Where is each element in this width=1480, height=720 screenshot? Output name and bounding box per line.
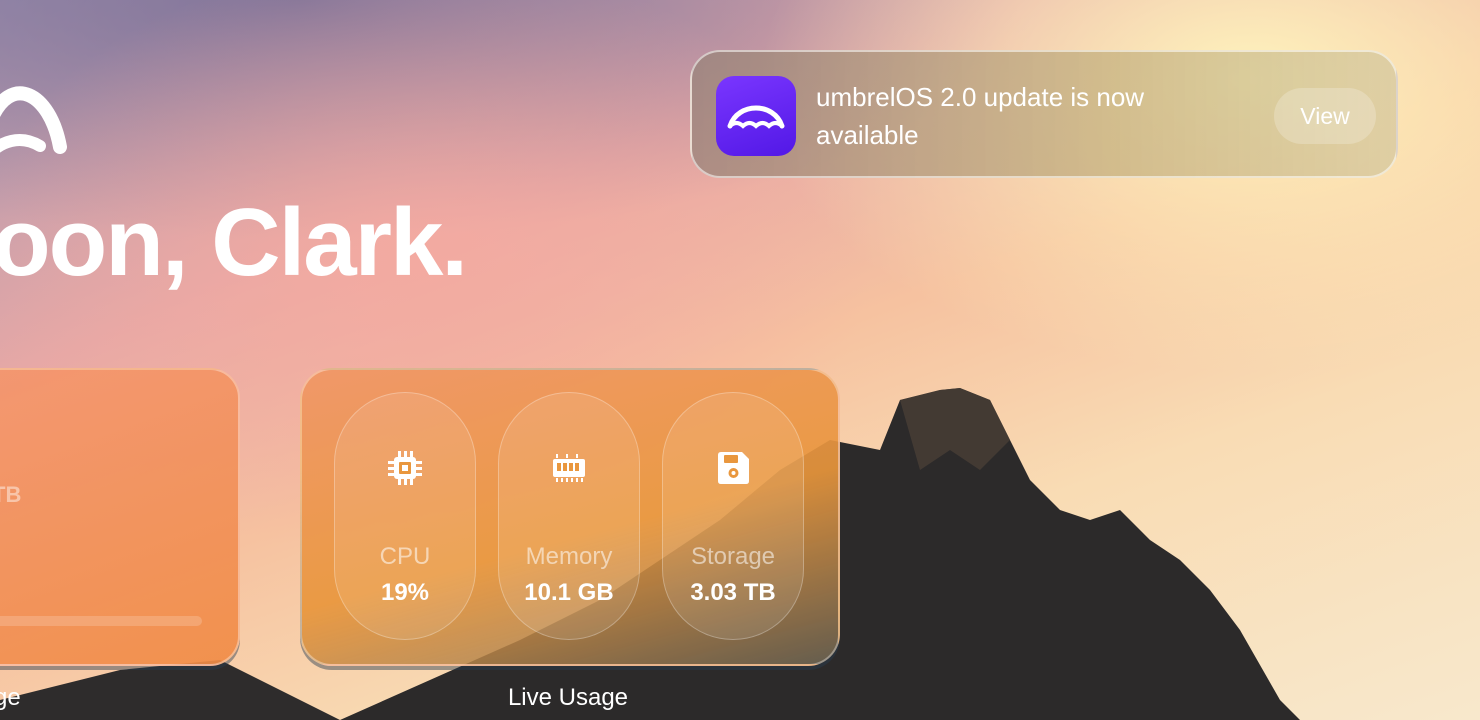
memory-metric: Memory 10.1 GB <box>498 392 640 640</box>
live-usage-caption: Live Usage <box>507 684 629 711</box>
memory-value: 10.1 GB <box>524 579 614 606</box>
storage-progress-bar <box>0 616 202 626</box>
cpu-label: CPU <box>379 543 431 570</box>
storage-value: TB <box>0 482 22 507</box>
memory-ram-icon <box>553 454 585 482</box>
storage-value: 3.03 TB <box>690 579 776 606</box>
cpu-metric: CPU 19% <box>334 392 476 640</box>
storage-label: Storage <box>690 543 776 570</box>
live-usage-widget[interactable]: CPU 19% Memory 10.1 GB Storage 3.03 TB <box>300 368 840 666</box>
umbrel-app-icon <box>716 76 796 156</box>
storage-metric: Storage 3.03 TB <box>662 392 804 640</box>
umbrel-logo-icon <box>0 86 67 154</box>
storage-widget-caption: ge <box>0 684 21 711</box>
view-update-button[interactable]: View <box>1274 88 1376 144</box>
storage-widget[interactable]: TB <box>0 368 240 666</box>
cpu-chip-icon <box>388 451 422 485</box>
greeting-title: oon, Clark. <box>0 189 468 296</box>
floppy-disk-icon <box>718 452 749 484</box>
update-notification[interactable]: umbrelOS 2.0 update is now available Vie… <box>690 50 1398 178</box>
notification-message: umbrelOS 2.0 update is now available <box>816 82 1145 150</box>
cpu-value: 19% <box>380 579 430 606</box>
memory-label: Memory <box>525 543 613 570</box>
